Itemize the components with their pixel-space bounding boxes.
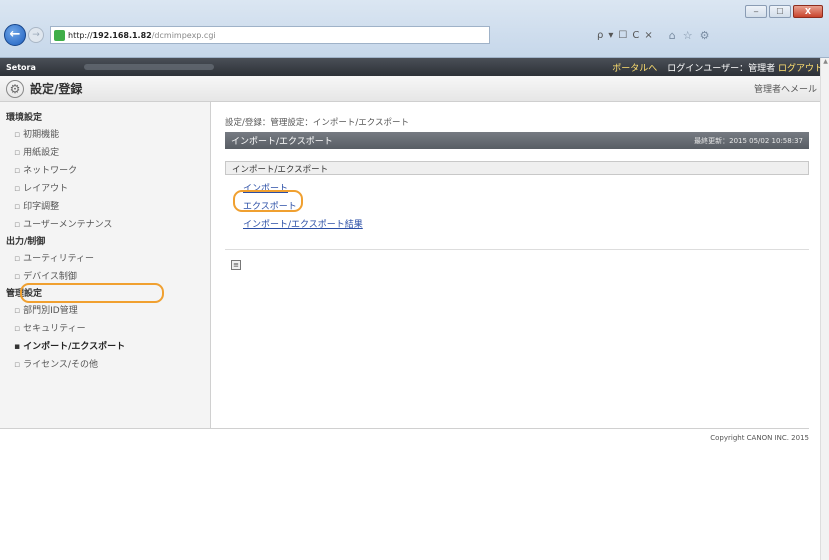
heading-title: インポート/エクスポート [231,137,333,147]
sidebar-item-layout[interactable]: ▫ レイアウト [0,178,210,196]
address-url: http://192.168.1.82/dcmimpexp.cgi [68,30,216,40]
page-topbar: Setora ポータルへ ログインユーザー：管理者 ログアウト [0,58,829,76]
settings-gear-icon[interactable]: ⚙ [700,29,710,42]
logout-link[interactable]: ログアウト [778,64,823,74]
settings-gear-icon: ⚙ [6,79,24,98]
refresh-icon[interactable]: C [632,30,639,41]
minimize-button[interactable]: ‒ [745,5,767,18]
back-icon[interactable]: ← [4,24,26,46]
main-content: 設定/登録：管理設定：インポート/エクスポート インポート/エクスポート 最終更… [225,102,809,270]
import-export-results-link[interactable]: インポート/エクスポート結果 [243,217,809,235]
divider [225,249,809,250]
import-link[interactable]: インポート [243,181,809,199]
page-titlebar: ⚙ 設定/登録 管理者へメール [0,76,829,102]
close-window-button[interactable]: X [793,5,823,18]
maximize-button[interactable]: ☐ [769,5,791,18]
dropdown-icon[interactable]: ▾ [608,30,613,41]
stop-icon[interactable]: × [644,30,652,41]
search-icon[interactable]: ρ [597,30,603,41]
footer-divider [211,428,809,429]
import-highlight-ring [233,190,303,212]
last-updated-text: 最終更新：2015 05/02 10:58:37 [694,136,803,145]
portal-link[interactable]: ポータルへ [612,61,657,74]
sidebar-item-paper[interactable]: ▫ 用紙設定 [0,142,210,160]
sidebar-item-license[interactable]: ▫ ライセンス/その他 [0,354,210,372]
favorites-icon[interactable]: ☆ [683,29,693,42]
address-bar[interactable]: http://192.168.1.82/dcmimpexp.cgi [50,26,490,44]
home-icon[interactable]: ⌂ [669,29,676,42]
brand-name: Setora [6,62,36,72]
topbar-right: ポータルへ ログインユーザー：管理者 ログアウト [612,61,823,74]
sidebar-section-preferences: 環境設定 [6,113,43,123]
sidebar-item-import-export[interactable]: ▪ インポート/エクスポート [0,336,210,354]
navigation-row: ← → http://192.168.1.82/dcmimpexp.cgi ρ … [4,24,825,46]
copyright-text: Copyright CANON INC. 2015 [710,434,809,442]
compat-view-icon[interactable]: ☐ [618,30,627,41]
window-controls: ‒ ☐ X [745,5,823,18]
browser-chrome: ‒ ☐ X ← → http://192.168.1.82/dcmimpexp.… [0,0,829,58]
page-heading: インポート/エクスポート 最終更新：2015 05/02 10:58:37 [225,132,809,149]
sidebar-item-device-control[interactable]: ▫ デバイス制御 [0,266,210,284]
browser-tools: ⌂ ☆ ⚙ [669,29,710,42]
vertical-scrollbar[interactable]: ▲ [820,58,829,560]
sidebar-item-print-adjust[interactable]: ▫ 印字調整 [0,196,210,214]
sidebar-highlight-ring [20,283,164,303]
sidebar-item-security[interactable]: ▫ セキュリティー [0,318,210,336]
sidebar-item-network[interactable]: ▫ ネットワーク [0,160,210,178]
page-title: 設定/登録 [30,82,83,96]
device-name-blurred [83,64,214,70]
sidebar-divider [0,428,211,429]
site-favicon-icon [54,29,65,41]
collapse-icon[interactable]: ≡ [231,260,241,270]
breadcrumb: 設定/登録：管理設定：インポート/エクスポート [225,118,409,128]
sidebar: 環境設定 ▫ 初期機能 ▫ 用紙設定 ▫ ネットワーク ▫ レイアウト ▫ 印字調整 ▫ ユ… [0,102,211,428]
sidebar-item-user-maintenance[interactable]: ▫ ユーザーメンテナンス [0,214,210,232]
links-list: インポート エクスポート インポート/エクスポート結果 [225,175,809,235]
sidebar-item-utility[interactable]: ▫ ユーティリティー [0,248,210,266]
sidebar-section-output: 出力/制御 [6,237,46,247]
section-header: インポート/エクスポート [225,161,809,175]
scroll-up-icon[interactable]: ▲ [821,58,829,68]
address-tools: ρ ▾ ☐ C × [597,30,653,41]
export-link[interactable]: エクスポート [243,199,809,217]
sidebar-item-initial[interactable]: ▫ 初期機能 [0,124,210,142]
login-user-text: ログインユーザー：管理者 ログアウト [667,63,823,74]
mail-admin-link[interactable]: 管理者へメール [754,82,817,95]
forward-icon[interactable]: → [28,27,44,43]
